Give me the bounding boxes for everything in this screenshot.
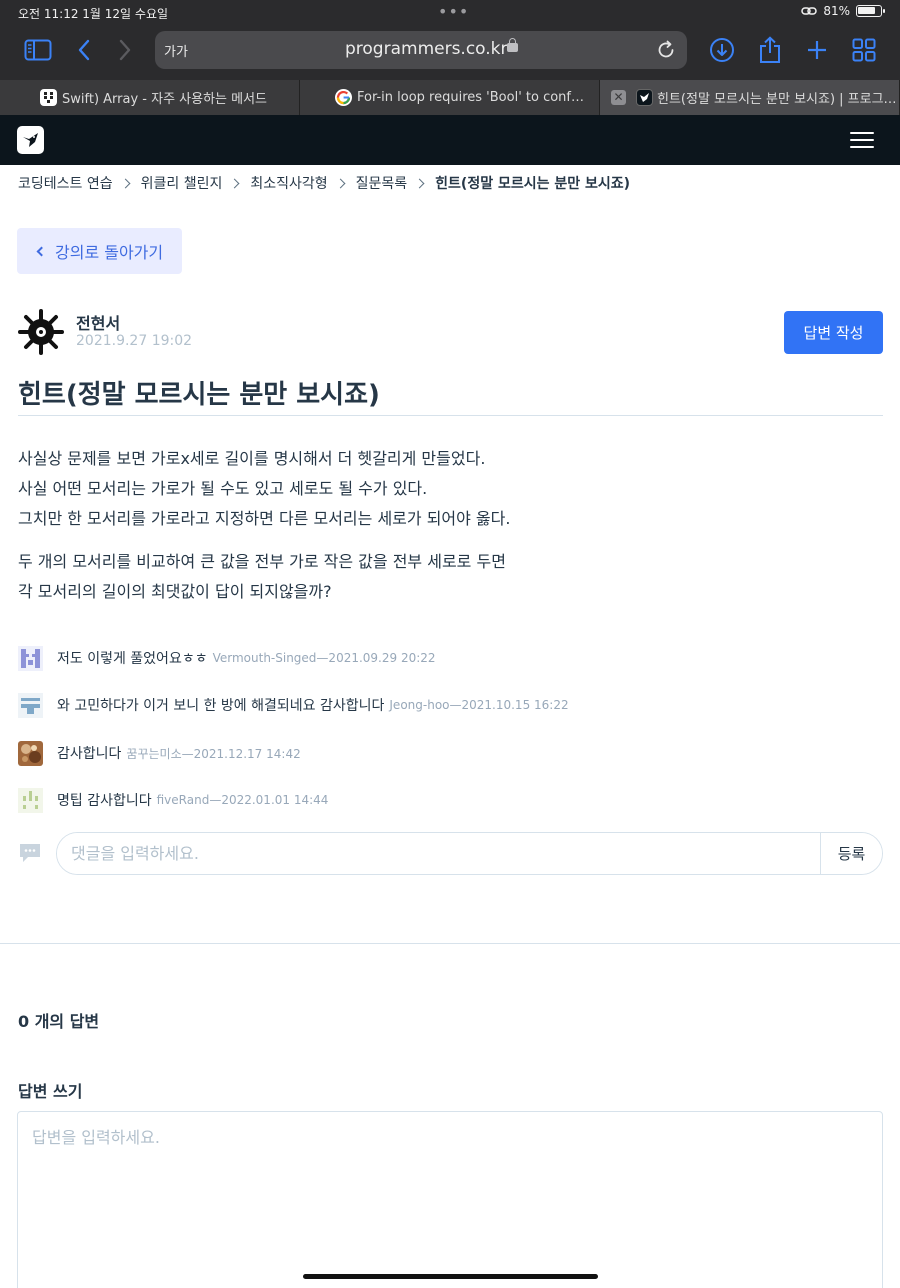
tab-overview-icon[interactable] <box>846 35 882 65</box>
browser-tab-active[interactable]: ✕ 힌트(정말 모르시는 분만 보시죠) | 프로그… <box>600 80 900 115</box>
hamburger-menu-icon[interactable] <box>850 132 874 148</box>
comment-item: 와 고민하다가 이거 보니 한 방에 해결되네요 감사합니다 Jeong-hoo… <box>18 692 569 718</box>
lock-icon <box>507 38 518 52</box>
write-answer-button[interactable]: 답변 작성 <box>784 311 883 354</box>
comment-submit-button[interactable]: 등록 <box>820 833 882 874</box>
comment-text: 명팁 감사합니다 <box>57 793 152 809</box>
sidebar-icon[interactable] <box>20 35 56 65</box>
browser-tab-for-in-loop[interactable]: For-in loop requires 'Bool' to conf… <box>300 80 600 115</box>
answers-count: 0 개의 답변 <box>18 1012 100 1031</box>
chevron-right-icon <box>120 178 131 188</box>
comment-item: 명팁 감사합니다 fiveRand—2022.01.01 14:44 <box>18 787 328 813</box>
comment-meta[interactable]: fiveRand—2022.01.01 14:44 <box>157 793 329 807</box>
comment-item: 저도 이렇게 풀었어요ㅎㅎ Vermouth-Singed—2021.09.29… <box>18 645 436 671</box>
back-arrow-icon[interactable] <box>66 35 102 65</box>
post-body-line: 사실상 문제를 보면 가로x세로 길이를 명시해서 더 헷갈리게 만들었다. <box>18 449 486 468</box>
programmers-icon <box>636 89 653 106</box>
post-body-line: 각 모서리의 길이의 최댓값이 답이 되지않을까? <box>18 582 332 601</box>
battery-percent: 81% <box>823 4 850 18</box>
home-indicator[interactable] <box>303 1274 598 1279</box>
comment-text: 와 고민하다가 이거 보니 한 방에 해결되네요 감사합니다 <box>57 698 385 714</box>
post-date: 2021.9.27 19:02 <box>76 333 193 349</box>
comment-bubble-icon <box>18 842 42 864</box>
chevron-right-icon <box>229 178 240 188</box>
tab-title: 힌트(정말 모르시는 분만 보시죠) | 프로그… <box>657 92 897 107</box>
text-size-button[interactable]: 가가 <box>164 41 188 60</box>
link-icon <box>801 7 818 15</box>
multitasking-dots[interactable]: ••• <box>438 2 469 21</box>
breadcrumb-item-coding-test[interactable]: 코딩테스트 연습 <box>18 173 113 193</box>
address-bar[interactable]: 가가 programmers.co.kr <box>155 31 687 69</box>
programmers-logo[interactable] <box>17 126 44 154</box>
comment-form: 등록 <box>56 832 883 875</box>
breadcrumb: 코딩테스트 연습 위클리 챌린지 최소직사각형 질문목록 힌트(정말 모르시는 … <box>18 173 630 193</box>
post-body-line: 사실 어떤 모서리는 가로가 될 수도 있고 세로도 될 수가 있다. <box>18 479 428 498</box>
author-avatar[interactable] <box>17 308 65 356</box>
post-body-paragraph-2: 두 개의 모서리를 비교하여 큰 값을 전부 가로 작은 값을 전부 세로로 두… <box>18 547 506 607</box>
site-header <box>0 115 900 165</box>
commenter-avatar[interactable] <box>18 787 43 813</box>
breadcrumb-item-problem[interactable]: 최소직사각형 <box>250 173 327 193</box>
url-text[interactable]: programmers.co.kr <box>345 39 508 59</box>
status-time-date: 오전 11:12 1월 12일 수요일 <box>18 7 169 21</box>
section-divider <box>0 943 900 944</box>
tab-title: Swift) Array - 자주 사용하는 메서드 <box>62 92 268 107</box>
status-right: 81% <box>801 4 885 18</box>
chevron-left-icon <box>36 246 47 256</box>
download-icon[interactable] <box>704 35 740 65</box>
tab-title: For-in loop requires 'Bool' to conf… <box>357 90 584 105</box>
reload-icon[interactable] <box>655 39 677 65</box>
title-divider <box>18 415 883 416</box>
browser-tab-swift-array[interactable]: Swift) Array - 자주 사용하는 메서드 <box>0 80 300 115</box>
write-answer-heading: 답변 쓰기 <box>18 1082 83 1101</box>
commenter-avatar[interactable] <box>18 692 43 718</box>
forward-arrow-icon[interactable] <box>107 35 143 65</box>
comment-item: 감사합니다 꿈꾸는미소—2021.12.17 14:42 <box>18 740 301 766</box>
comment-input[interactable] <box>57 833 821 874</box>
answer-textarea[interactable] <box>17 1111 883 1288</box>
browser-toolbar: 가가 programmers.co.kr <box>0 26 900 80</box>
back-to-lecture-button[interactable]: 강의로 돌아가기 <box>17 228 182 274</box>
comment-meta[interactable]: Jeong-hoo—2021.10.15 16:22 <box>389 698 568 712</box>
chevron-right-icon <box>414 178 425 188</box>
battery-fill <box>858 7 875 14</box>
google-icon <box>335 89 352 106</box>
author-name[interactable]: 전현서 <box>76 310 120 334</box>
post-title: 힌트(정말 모르시는 분만 보시죠) <box>18 380 380 410</box>
commenter-avatar[interactable] <box>18 740 43 766</box>
post-body-line: 두 개의 모서리를 비교하여 큰 값을 전부 가로 작은 값을 전부 세로로 두… <box>18 552 506 571</box>
breadcrumb-current: 힌트(정말 모르시는 분만 보시죠) <box>435 176 631 192</box>
commenter-avatar[interactable] <box>18 645 43 671</box>
breadcrumb-item-questions[interactable]: 질문목록 <box>356 173 408 193</box>
post-body-paragraph-1: 사실상 문제를 보면 가로x세로 길이를 명시해서 더 헷갈리게 만들었다. 사… <box>18 444 510 534</box>
comment-meta[interactable]: 꿈꾸는미소—2021.12.17 14:42 <box>126 745 300 762</box>
breadcrumb-item-weekly-challenge[interactable]: 위클리 챌린지 <box>141 173 223 193</box>
status-bar: 오전 11:12 1월 12일 수요일 ••• 81% <box>0 0 900 26</box>
comment-text: 감사합니다 <box>57 746 122 762</box>
notion-icon <box>40 89 57 106</box>
tab-bar: Swift) Array - 자주 사용하는 메서드 For-in loop r… <box>0 80 900 115</box>
share-icon[interactable] <box>752 35 788 65</box>
chevron-right-icon <box>335 178 346 188</box>
comment-meta[interactable]: Vermouth-Singed—2021.09.29 20:22 <box>213 651 436 665</box>
new-tab-icon[interactable] <box>799 35 835 65</box>
post-body-line: 그치만 한 모서리를 가로라고 지정하면 다른 모서리는 세로가 되어야 옳다. <box>18 509 511 528</box>
close-tab-icon[interactable]: ✕ <box>611 90 626 105</box>
battery-icon <box>856 5 885 17</box>
comment-text: 저도 이렇게 풀었어요ㅎㅎ <box>57 651 208 667</box>
back-button-label: 강의로 돌아가기 <box>55 243 164 262</box>
